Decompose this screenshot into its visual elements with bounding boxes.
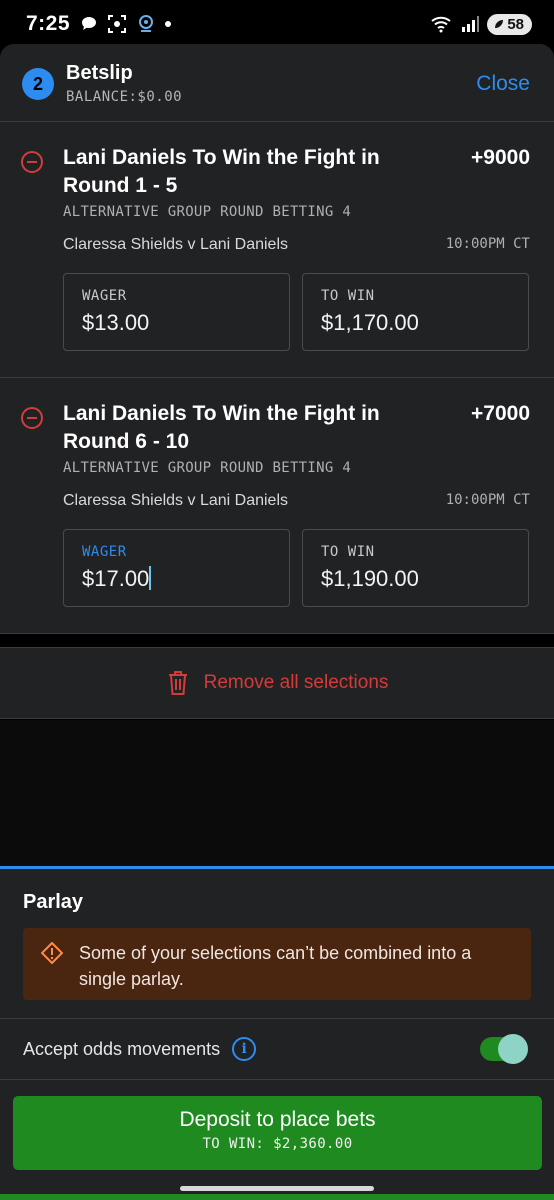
betslip-header: 2 Betslip BALANCE:$0.00 Close xyxy=(0,44,554,122)
bet-time: 10:00PM CT xyxy=(445,492,530,508)
text-caret xyxy=(149,566,152,590)
warning-text: Some of your selections can’t be combine… xyxy=(79,943,472,989)
location-badge-icon xyxy=(139,15,154,32)
to-win-field: TO WIN $1,190.00 xyxy=(302,529,529,607)
status-bar: 7:25 58 xyxy=(0,0,554,48)
wager-field[interactable]: WAGER $13.00 xyxy=(63,273,290,351)
chat-bubble-icon xyxy=(82,17,97,30)
bet-market: ALTERNATIVE GROUP ROUND BETTING 4 xyxy=(63,204,352,220)
bet-card: Lani Daniels To Win the Fight in Round 1… xyxy=(0,122,554,378)
bet-fields: WAGER $17.00 TO WIN $1,190.00 xyxy=(63,529,530,607)
accept-odds-row: Accept odds movements i xyxy=(0,1018,554,1080)
remove-selection-icon[interactable] xyxy=(21,407,43,429)
bet-time: 10:00PM CT xyxy=(445,236,530,252)
battery-saver-icon xyxy=(495,20,504,28)
signal-icon xyxy=(462,16,480,32)
accept-odds-toggle[interactable] xyxy=(480,1034,528,1064)
trash-icon xyxy=(168,671,187,695)
bet-title-row: Lani Daniels To Win the Fight in Round 1… xyxy=(63,144,530,200)
to-win-field: TO WIN $1,170.00 xyxy=(302,273,529,351)
wager-input-row[interactable]: $17.00 xyxy=(82,566,271,592)
page-title: Betslip xyxy=(66,62,133,84)
remove-all-button[interactable]: Remove all selections xyxy=(0,647,554,719)
status-icons-right: 58 xyxy=(431,13,532,35)
wifi-icon xyxy=(431,16,451,33)
remove-all-label: Remove all selections xyxy=(203,672,389,693)
info-icon[interactable]: i xyxy=(232,1037,257,1061)
home-indicator[interactable] xyxy=(180,1186,374,1191)
bet-card: Lani Daniels To Win the Fight in Round 6… xyxy=(0,378,554,634)
accept-odds-label: Accept odds movements xyxy=(23,1038,221,1059)
bet-odds: +9000 xyxy=(471,146,530,169)
wager-label: WAGER xyxy=(82,288,127,304)
deposit-label: Deposit to place bets xyxy=(179,1108,376,1131)
balance-text: BALANCE:$0.00 xyxy=(66,89,183,105)
to-win-label: TO WIN xyxy=(321,544,375,560)
bet-title-row: Lani Daniels To Win the Fight in Round 6… xyxy=(63,400,530,456)
battery-level: 58 xyxy=(507,15,524,33)
deposit-button[interactable]: Deposit to place bets TO WIN: $2,360.00 xyxy=(13,1096,542,1170)
empty-space xyxy=(0,720,554,866)
warning-icon xyxy=(41,942,63,964)
parlay-panel: Parlay Some of your selections can’t be … xyxy=(0,866,554,1200)
parlay-title: Parlay xyxy=(23,891,84,913)
close-button[interactable]: Close xyxy=(476,72,530,96)
battery-indicator: 58 xyxy=(487,13,532,35)
bottom-strip xyxy=(0,1194,554,1200)
status-time: 7:25 xyxy=(26,12,71,35)
wager-field-active[interactable]: WAGER $17.00 xyxy=(63,529,290,607)
bet-odds: +7000 xyxy=(471,402,530,425)
status-icons-left xyxy=(80,14,172,34)
selection-count-badge: 2 xyxy=(22,68,54,100)
header-titles: Betslip BALANCE:$0.00 xyxy=(66,62,182,105)
wager-value: $17.00 xyxy=(82,566,150,591)
to-win-label: TO WIN xyxy=(321,288,375,304)
deposit-to-win: TO WIN: $2,360.00 xyxy=(202,1136,353,1152)
bet-title: Lani Daniels To Win the Fight in Round 1… xyxy=(63,146,380,197)
notification-dot xyxy=(165,21,172,27)
betslip-sheet: 2 Betslip BALANCE:$0.00 Close Lani Danie… xyxy=(0,44,554,634)
bet-event-row: Claressa Shields v Lani Daniels 10:00PM … xyxy=(63,492,530,510)
bet-title: Lani Daniels To Win the Fight in Round 6… xyxy=(63,402,380,453)
to-win-value: $1,170.00 xyxy=(321,310,419,335)
wager-value: $13.00 xyxy=(82,310,150,335)
bet-event: Claressa Shields v Lani Daniels xyxy=(63,492,288,509)
bet-fields: WAGER $13.00 TO WIN $1,170.00 xyxy=(63,273,530,351)
to-win-value: $1,190.00 xyxy=(321,566,419,591)
parlay-warning: Some of your selections can’t be combine… xyxy=(23,928,531,1000)
bet-event: Claressa Shields v Lani Daniels xyxy=(63,236,288,253)
remove-selection-icon[interactable] xyxy=(21,151,43,173)
wager-label: WAGER xyxy=(82,544,127,560)
screenshot-icon xyxy=(108,15,127,33)
bet-market: ALTERNATIVE GROUP ROUND BETTING 4 xyxy=(63,460,352,476)
bet-event-row: Claressa Shields v Lani Daniels 10:00PM … xyxy=(63,236,530,254)
toggle-knob xyxy=(498,1034,528,1064)
